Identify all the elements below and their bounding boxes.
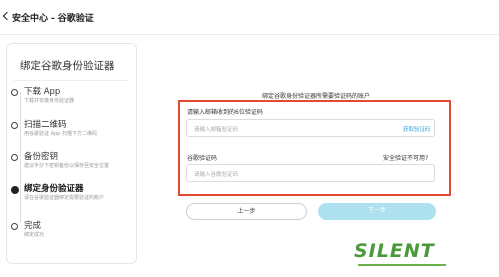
step-title: 绑定身份验证器 [24,184,84,194]
step-dot-icon [11,122,18,129]
watermark-underline [358,264,446,266]
step-connector-line [20,92,21,222]
step-desc: 建议手抄下密钥备份以保存至安全位置 [24,163,110,169]
form-heading: 绑定谷歌身份验证器所需要验证码的账户 [261,93,370,100]
next-step-button[interactable]: 下一步 [318,203,436,220]
previous-step-button[interactable]: 上一步 [186,203,307,220]
google-code-label: 谷歌验证码 [187,155,218,162]
step-dot-icon [11,223,18,230]
step-dot-icon [11,154,18,161]
step-title: 下载 App [24,87,61,97]
email-code-label: 请输入邮箱收到的6位验证码 [187,109,263,116]
verification-unavailable-link[interactable]: 安全验证不可用? [383,153,428,162]
step-title: 完成 [24,221,42,231]
step-desc: 绑定成功 [24,232,45,238]
step-title: 备份密钥 [24,152,59,162]
step-desc: 请在谷歌验证器绑定需要验证的账户 [24,195,105,201]
step-title: 扫描二维码 [24,120,67,130]
email-code-input[interactable]: 请输入邮箱验证码 获取验证码 [186,119,435,137]
get-code-link[interactable]: 获取验证码 [403,125,431,133]
top-bar: 安全中心 - 谷歌验证 [0,0,499,35]
google-code-input[interactable]: 请输入谷歌验证码 [186,164,435,182]
email-code-placeholder: 请输入邮箱验证码 [194,127,239,133]
breadcrumb: 安全中心 - 谷歌验证 [12,11,97,24]
step-desc: 用谷歌验证 App 扫描下方二维码 [24,131,97,137]
watermark-text: SILENT [354,240,435,262]
breadcrumb-security-center[interactable]: 安全中心 [12,14,48,24]
step-dot-active-icon [10,186,19,194]
google-code-placeholder: 请输入谷歌验证码 [194,172,239,178]
back-arrow-icon[interactable] [2,11,12,21]
panel-title: 绑定谷歌身份验证器 [20,60,115,72]
step-desc: 下载并安装身份验证器 [24,98,75,104]
panel-divider [14,80,129,81]
breadcrumb-separator: - [51,14,55,24]
breadcrumb-google-auth: 谷歌验证 [57,14,94,24]
step-dot-icon [11,89,18,96]
